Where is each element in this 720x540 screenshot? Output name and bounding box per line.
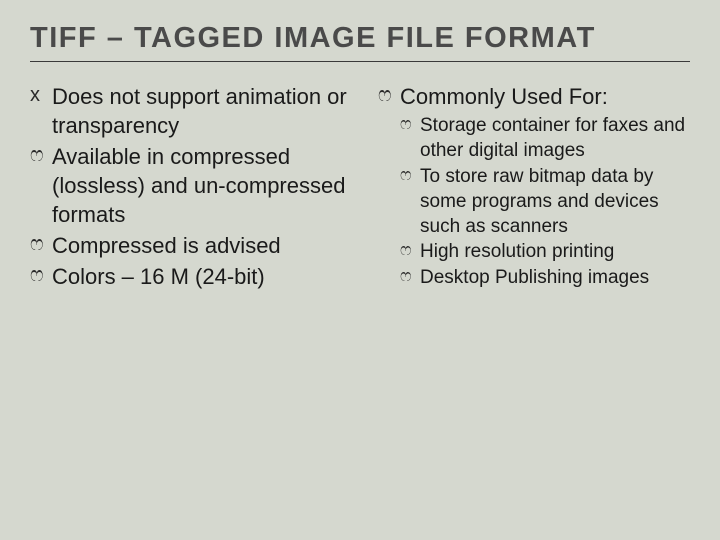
script-bullet-icon: ෆ [400, 164, 420, 187]
item-text: Compressed is advised [52, 231, 281, 260]
title-underline [30, 61, 690, 62]
list-item: ෆ Available in compressed (lossless) and… [30, 142, 360, 229]
item-text: Does not support animation or transparen… [52, 82, 360, 140]
sub-list-item: ෆ High resolution printing [378, 239, 690, 264]
x-icon: x [30, 82, 52, 108]
subitem-text: To store raw bitmap data by some program… [420, 164, 690, 240]
list-item: x Does not support animation or transpar… [30, 82, 360, 140]
script-bullet-icon: ෆ [400, 239, 420, 262]
item-text: Colors – 16 M (24-bit) [52, 262, 265, 291]
list-item: ෆ Commonly Used For: [378, 82, 690, 111]
subitem-text: Storage container for faxes and other di… [420, 113, 690, 164]
sub-list-item: ෆ To store raw bitmap data by some progr… [378, 164, 690, 240]
slide: TIFF – TAGGED IMAGE FILE FORMAT x Does n… [0, 0, 720, 540]
subitem-text: High resolution printing [420, 239, 614, 264]
list-item: ෆ Colors – 16 M (24-bit) [30, 262, 360, 291]
left-column: x Does not support animation or transpar… [30, 82, 360, 293]
script-bullet-icon: ෆ [400, 113, 420, 136]
list-item: ෆ Compressed is advised [30, 231, 360, 260]
columns: x Does not support animation or transpar… [30, 82, 690, 293]
script-bullet-icon: ෆ [30, 262, 52, 288]
script-bullet-icon: ෆ [378, 82, 400, 108]
slide-title: TIFF – TAGGED IMAGE FILE FORMAT [30, 22, 690, 61]
sub-list-item: ෆ Storage container for faxes and other … [378, 113, 690, 164]
item-text: Commonly Used For: [400, 82, 608, 111]
script-bullet-icon: ෆ [30, 142, 52, 168]
sub-list-item: ෆ Desktop Publishing images [378, 265, 690, 290]
right-column: ෆ Commonly Used For: ෆ Storage container… [378, 82, 690, 293]
item-text: Available in compressed (lossless) and u… [52, 142, 360, 229]
script-bullet-icon: ෆ [30, 231, 52, 257]
subitem-text: Desktop Publishing images [420, 265, 649, 290]
script-bullet-icon: ෆ [400, 265, 420, 288]
